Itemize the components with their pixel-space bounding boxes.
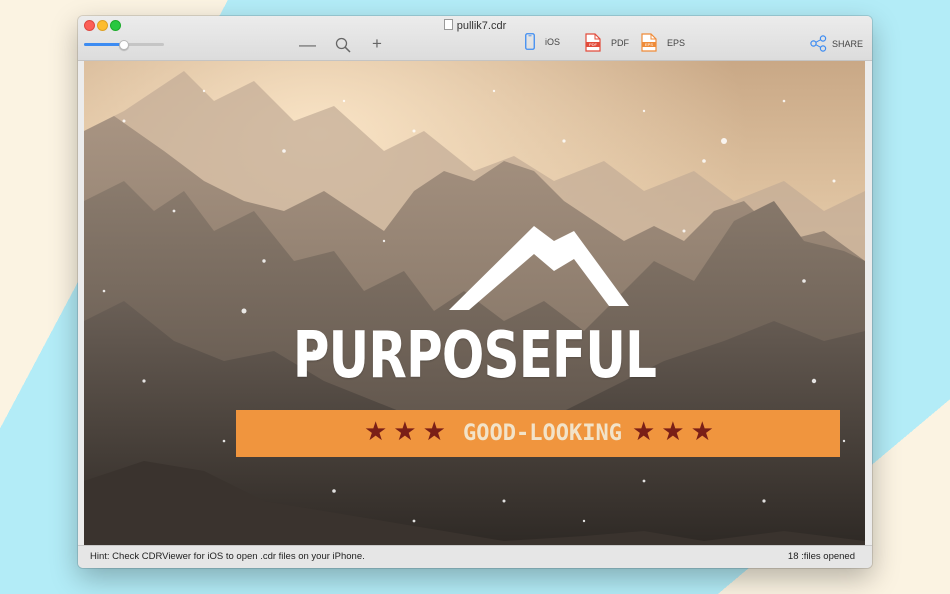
zoom-in-button[interactable]: +: [372, 35, 382, 52]
status-bar: Hint: Check CDRViewer for iOS to open .c…: [78, 545, 872, 568]
zoom-out-button[interactable]: —: [299, 36, 316, 53]
share-label: SHARE: [831, 38, 863, 49]
document-icon: [443, 19, 453, 30]
phone-icon: [525, 33, 535, 50]
stars-right: ★★★: [632, 416, 720, 446]
document-canvas[interactable]: PURPOSEFUL ★★★ GOOD-LOOKING ★★★: [84, 61, 865, 546]
pdf-icon: PDF: [585, 33, 601, 52]
titlebar: pullik7.cdr — + iOS PDF PDF EPS EPS SHAR…: [78, 16, 872, 61]
eps-label: EPS: [667, 37, 686, 48]
status-hint: Hint: Check CDRViewer for iOS to open .c…: [90, 551, 365, 562]
share-icon: [810, 35, 827, 52]
app-window: pullik7.cdr — + iOS PDF PDF EPS EPS SHAR…: [78, 16, 872, 568]
pdf-label: PDF: [611, 37, 629, 48]
window-title-area: pullik7.cdr: [78, 19, 872, 32]
artwork-banner: ★★★ GOOD-LOOKING ★★★: [236, 410, 840, 457]
ios-label: iOS: [545, 36, 561, 47]
share-button[interactable]: SHARE: [810, 35, 863, 52]
export-ios-button[interactable]: iOS: [525, 33, 560, 50]
zoom-slider-knob[interactable]: [119, 40, 129, 50]
window-title: pullik7.cdr: [456, 20, 507, 32]
artwork-tagline: GOOD-LOOKING: [463, 421, 622, 446]
zoom-slider[interactable]: [84, 40, 164, 50]
zoom-slider-fill: [84, 43, 124, 46]
eps-icon-text: EPS: [645, 42, 653, 47]
export-eps-button[interactable]: EPS EPS: [641, 33, 685, 52]
pdf-icon-text: PDF: [589, 42, 598, 47]
eps-icon: EPS: [641, 33, 657, 52]
files-opened-count: 18 :files opened: [787, 551, 855, 562]
stars-left: ★★★: [364, 416, 452, 446]
export-pdf-button[interactable]: PDF PDF: [585, 33, 629, 52]
mountain-photo: [84, 61, 865, 546]
artwork-headline: PURPOSEFUL: [292, 319, 657, 393]
magnifier-icon[interactable]: [335, 37, 351, 53]
